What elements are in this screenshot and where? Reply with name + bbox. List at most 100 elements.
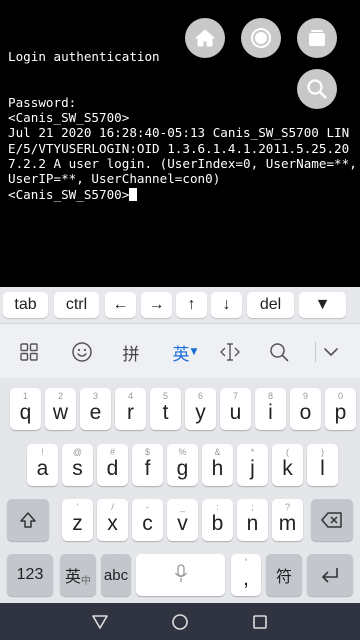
key-v[interactable]: _ v — [167, 499, 198, 541]
hide-keys-button[interactable]: ▼ — [299, 292, 346, 318]
key-sub-label: / — [111, 502, 114, 512]
key-a[interactable]: ! a — [27, 444, 58, 486]
key-sub-label: @ — [72, 447, 83, 457]
key-label: e — [89, 401, 102, 424]
key-s[interactable]: @ s — [62, 444, 93, 486]
up-arrow-key[interactable]: ↑ — [176, 292, 207, 318]
key-sub-label: 7 — [232, 391, 238, 401]
key-label: y — [195, 401, 206, 424]
search-button[interactable] — [297, 69, 337, 109]
key-h[interactable]: & h — [202, 444, 233, 486]
right-arrow-key[interactable]: → — [141, 292, 172, 318]
key-label: i — [268, 401, 273, 424]
key-w[interactable]: 2w — [45, 388, 76, 430]
window-icon — [309, 30, 325, 46]
pinyin-button[interactable]: 拼 — [114, 335, 148, 369]
key-sub-label: ? — [284, 502, 290, 512]
lang-switch-label: 英 — [64, 569, 81, 586]
key-x[interactable]: / x — [97, 499, 128, 541]
punctuation-key[interactable]: ' , — [231, 554, 261, 596]
down-arrow-key[interactable]: ↓ — [211, 292, 242, 318]
home-circle-icon — [172, 614, 188, 630]
home-button[interactable] — [185, 18, 225, 58]
key-c[interactable]: -c — [132, 499, 163, 541]
key-o[interactable]: 9o — [290, 388, 321, 430]
key-z[interactable]: ' z — [62, 499, 93, 541]
del-key[interactable]: del — [247, 292, 294, 318]
ctrl-key[interactable]: ctrl — [54, 292, 99, 318]
key-sub-label: ) — [321, 447, 324, 457]
enter-key[interactable] — [307, 554, 353, 596]
system-navigation-bar — [0, 603, 360, 640]
key-sub-label: & — [214, 447, 221, 457]
terminal-prompt: <Canis_SW_S5700> — [8, 186, 130, 202]
key-g[interactable]: % g — [167, 444, 198, 486]
recents-button[interactable] — [250, 612, 270, 632]
back-triangle-icon — [92, 615, 108, 629]
key-u[interactable]: 7u — [220, 388, 251, 430]
abc-key[interactable]: abc — [101, 554, 131, 596]
terminal-line: Login authentication — [8, 49, 160, 64]
key-y[interactable]: 6y — [185, 388, 216, 430]
key-label: k — [282, 457, 293, 480]
emoji-icon — [72, 342, 92, 362]
key-d[interactable]: # d — [97, 444, 128, 486]
key-i[interactable]: 8i — [255, 388, 286, 430]
terminal-line: <Canis_SW_S5700> — [8, 110, 130, 126]
terminal-line: Jul 21 2020 16:28:40-05:13 Canis_SW_S570… — [8, 125, 357, 187]
key-label: o — [299, 401, 312, 424]
window-button[interactable] — [297, 18, 337, 58]
key-label: r — [127, 401, 134, 424]
space-key[interactable] — [136, 554, 225, 596]
grid-button[interactable] — [12, 335, 46, 369]
key-label: g — [176, 457, 189, 480]
record-button[interactable] — [241, 18, 281, 58]
key-label: t — [162, 401, 169, 424]
language-label: 英 — [172, 344, 190, 365]
terminal-line: Password: — [8, 94, 77, 110]
key-b[interactable]: :b — [202, 499, 233, 541]
microphone-icon — [174, 564, 188, 582]
key-sub-label: 8 — [267, 391, 273, 401]
cursor-button[interactable] — [213, 335, 247, 369]
key-p[interactable]: 0p — [325, 388, 356, 430]
collapse-keyboard-button[interactable] — [314, 335, 348, 369]
key-t[interactable]: 5t — [150, 388, 181, 430]
terminal-view[interactable]: Login authentication Password: <Canis_SW… — [0, 0, 360, 287]
key-e[interactable]: 3e — [80, 388, 111, 430]
lang-switch-key[interactable]: 英中 — [60, 554, 96, 596]
left-arrow-key[interactable]: ← — [105, 292, 136, 318]
key-label: f — [144, 457, 151, 480]
numeric-key[interactable]: 123 — [7, 554, 53, 596]
key-l[interactable]: ) l — [307, 444, 338, 486]
home-nav-button[interactable] — [170, 612, 190, 632]
symbol-key[interactable]: 符 — [266, 554, 302, 596]
key-k[interactable]: (k — [272, 444, 303, 486]
key-label: q — [19, 401, 32, 424]
key-label: a — [36, 457, 49, 480]
key-sub-label: ! — [41, 447, 44, 457]
key-m[interactable]: ? m — [272, 499, 303, 541]
key-sub-label: * — [250, 447, 255, 457]
key-label: , — [243, 567, 249, 590]
key-sub-label: ' — [76, 502, 79, 512]
key-n[interactable]: ; n — [237, 499, 268, 541]
backspace-key[interactable] — [311, 499, 353, 541]
key-q[interactable]: 1q — [10, 388, 41, 430]
shift-key[interactable] — [7, 499, 49, 541]
search-icon — [270, 343, 289, 362]
back-button[interactable] — [90, 612, 110, 632]
key-label: z — [72, 512, 83, 535]
ime-search-button[interactable] — [262, 335, 296, 369]
key-r[interactable]: 4r — [115, 388, 146, 430]
emoji-button[interactable] — [65, 335, 99, 369]
language-button[interactable]: 英 ▼ — [165, 335, 205, 369]
key-label: c — [142, 512, 153, 535]
tab-key[interactable]: tab — [3, 292, 48, 318]
key-f[interactable]: $ f — [132, 444, 163, 486]
caret-down-icon: ▼ — [190, 347, 198, 357]
key-label: h — [211, 457, 224, 480]
key-sub-label: 9 — [302, 391, 308, 401]
grid-icon — [20, 343, 38, 361]
key-j[interactable]: * j — [237, 444, 268, 486]
